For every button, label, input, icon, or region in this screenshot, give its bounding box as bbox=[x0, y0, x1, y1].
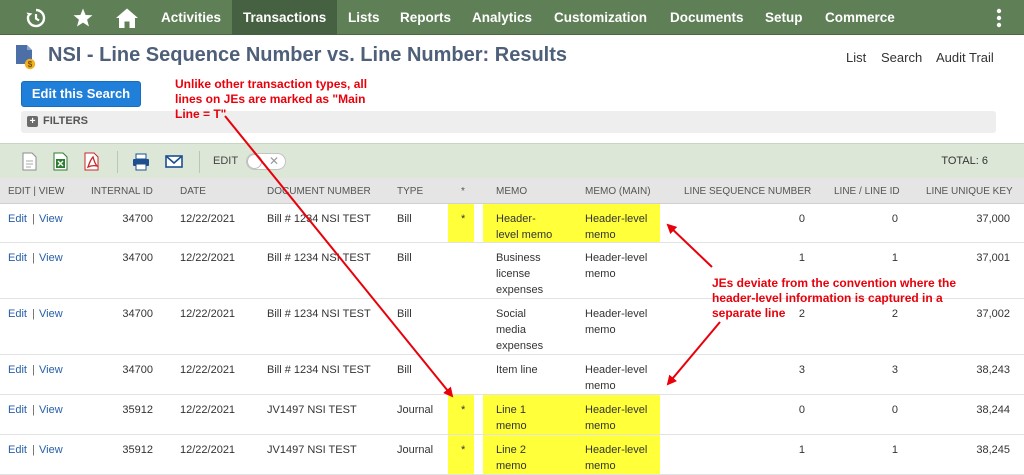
arrow-to-header-memo bbox=[666, 223, 713, 268]
arrow-to-jv-row bbox=[224, 115, 454, 398]
arrow-to-item-line-memo bbox=[666, 321, 721, 386]
annotation-arrows bbox=[224, 115, 721, 398]
